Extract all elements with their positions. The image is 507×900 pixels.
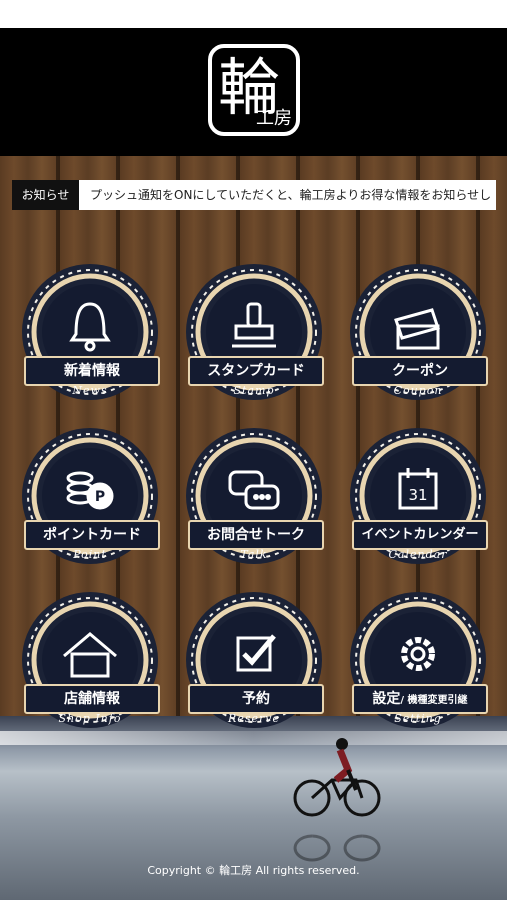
notice-bar[interactable]: お知らせ プッシュ通知をONにしていただくと、輪工房よりお得な情報をお知らせしま…: [12, 180, 496, 210]
main-content: お知らせ プッシュ通知をONにしていただくと、輪工房よりお得な情報をお知らせしま…: [0, 156, 507, 900]
svg-text:P: P: [95, 489, 105, 505]
menu-label: 予約: [188, 684, 324, 714]
menu-label: 新着情報: [24, 356, 160, 386]
brand-logo: 輪 工房: [208, 44, 300, 136]
menu-label: お問合せトーク: [188, 520, 324, 550]
menu-label-en: Shop Info: [58, 712, 122, 725]
menu-coupon[interactable]: クーポン Coupon: [346, 264, 507, 414]
menu-label: クーポン: [352, 356, 488, 386]
menu-stamp-card[interactable]: スタンプカード Stamp: [182, 264, 346, 414]
menu-label-en: Stamp: [233, 384, 275, 397]
menu-label-en: Coupon: [393, 384, 443, 397]
menu-label-en: News: [72, 384, 108, 397]
menu-shop-info[interactable]: 店舗情報 Shop Info: [18, 592, 182, 742]
menu-settings[interactable]: 設定/ 機種変更引継 Setting: [346, 592, 507, 742]
calendar-day: 31: [408, 486, 427, 504]
menu-label: 店舗情報: [24, 684, 160, 714]
menu-label-en: Reserve: [228, 712, 280, 725]
menu-label-en: Setting: [394, 712, 442, 725]
menu-label: ポイントカード: [24, 520, 160, 550]
logo-sub-glyph: 工房: [256, 108, 292, 129]
menu-label: スタンプカード: [188, 356, 324, 386]
menu-label: 設定/ 機種変更引継: [352, 684, 488, 714]
copyright-text: Copyright © 輪工房 All rights reserved.: [147, 864, 360, 877]
menu-label-en: Point: [73, 548, 107, 561]
notice-text: プッシュ通知をONにしていただくと、輪工房よりお得な情報をお知らせします。: [90, 188, 492, 202]
menu-inquiry-talk[interactable]: お問合せトーク Talk: [182, 428, 346, 578]
menu-reserve[interactable]: 予約 Reserve: [182, 592, 346, 742]
status-bar: [0, 0, 507, 28]
menu-news[interactable]: 新着情報 News: [18, 264, 182, 414]
cyclist-illustration: [293, 738, 381, 862]
menu-label-en: Calendar: [388, 548, 448, 561]
menu-event-calendar[interactable]: 31 イベントカレンダー Calendar: [346, 428, 507, 578]
menu-label: イベントカレンダー: [352, 520, 488, 550]
menu-point-card[interactable]: P ポイントカード Point: [18, 428, 182, 578]
notice-label: お知らせ: [12, 180, 79, 210]
menu-label-en: Talk: [240, 548, 268, 561]
